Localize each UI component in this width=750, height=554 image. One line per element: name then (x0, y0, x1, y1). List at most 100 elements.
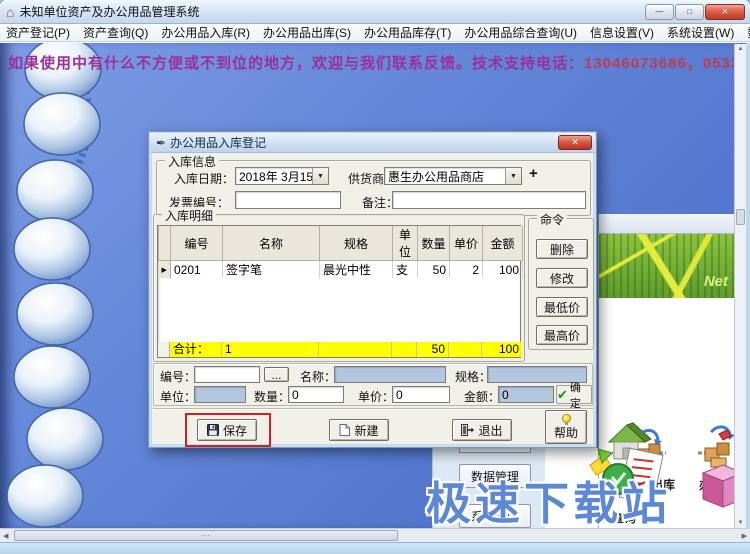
delete-label: 删除 (549, 242, 574, 257)
highest-price-button[interactable]: 最高价 (536, 325, 588, 345)
item-edit-panel: 编号： ... 名称： 规格： 单位： 数量： 单价： 金额： ✔ 确定 (153, 363, 593, 410)
covered-button-sliver[interactable] (459, 448, 531, 453)
edit-name-field (334, 366, 446, 383)
maximize-icon: □ (687, 7, 692, 16)
menu-item-supplies-inbound[interactable]: 办公用品入库(R) (161, 24, 250, 41)
notice-text: 如果使用中有什么不方便或不到位的地方，欢迎与我们联系反馈。技术支持电话： (8, 55, 585, 72)
app-window: ⌂ 未知单位资产及办公用品管理系统 — □ ✕ 资产登记(P) 资产查询(Q) … (0, 0, 750, 554)
edit-amount-field (498, 386, 554, 403)
grid-header-qty[interactable]: 数量 (417, 226, 450, 261)
floppy-icon (206, 424, 219, 436)
help-button[interactable]: 帮助 (545, 410, 587, 444)
totals-amount: 100 (482, 342, 522, 357)
background-window-header (599, 214, 734, 234)
scroll-left-icon[interactable]: ◀ (3, 532, 8, 540)
window-right-border (746, 43, 750, 528)
save-button[interactable]: 保存 (197, 419, 257, 441)
browse-items-button[interactable]: ... (264, 367, 289, 382)
exit-button[interactable]: 退出 (452, 419, 512, 441)
grid-data-row[interactable]: ▶ 0201 签字笔 晨光中性 支 50 2 100 (158, 260, 523, 278)
inbound-detail-legend: 入库明细 (162, 207, 217, 224)
row-marker-icon: ▶ (158, 260, 171, 278)
edit-qty-input[interactable] (288, 386, 344, 403)
bulb-icon (561, 413, 571, 425)
menu-item-system-settings[interactable]: 系统设置(W) (667, 24, 734, 41)
scroll-right-icon[interactable]: ▶ (742, 532, 747, 540)
edit-amount-label: 金额： (464, 390, 501, 404)
edit-code-input[interactable] (194, 366, 260, 383)
totals-qty: 50 (417, 342, 449, 357)
menu-item-supplies-query[interactable]: 办公用品综合查询(U) (464, 24, 577, 41)
grid-header-name[interactable]: 名称 (222, 226, 320, 261)
new-label: 新建 (354, 423, 379, 438)
exit-label: 退出 (478, 423, 503, 438)
command-group: 命令 删除 修改 最低价 最高价 (528, 211, 594, 350)
watermark-text: 极速下载站 (426, 478, 672, 528)
menu-item-info-settings[interactable]: 信息设置(V) (590, 24, 654, 41)
dialog-close-button[interactable]: ✕ (558, 135, 592, 150)
close-button[interactable]: ✕ (705, 4, 745, 20)
scroll-grip-icon: ⋯ (202, 531, 210, 540)
vertical-scrollbar[interactable]: ▲ ▼ (734, 44, 746, 528)
close-icon: ✕ (721, 7, 729, 16)
date-dropdown-icon[interactable]: ▼ (312, 168, 328, 184)
confirm-button[interactable]: ✔ 确定 (556, 382, 592, 410)
grid-header-unit[interactable]: 单位 (392, 226, 418, 261)
cell-qty: 50 (417, 260, 450, 278)
supplier-combobox[interactable]: 惠生办公用品商店 ▼ (384, 167, 522, 185)
remark-input[interactable] (392, 191, 586, 209)
maximize-button[interactable]: □ (675, 4, 704, 20)
edit-unit-label: 单位： (160, 390, 197, 404)
menu-item-asset-query[interactable]: 资产查询(Q) (83, 24, 148, 41)
grid-header-amount[interactable]: 金额 (482, 226, 523, 261)
window-title: 未知单位资产及办公用品管理系统 (19, 5, 200, 19)
new-document-icon (339, 424, 351, 436)
cell-amount: 100 (482, 260, 523, 278)
inbound-detail-group: 入库明细 编号 名称 规格 单位 数量 单价 金额 ▶ 0201 签字笔 晨光中… (153, 207, 525, 362)
pen-icon: ✒ (156, 135, 167, 150)
lowest-price-button[interactable]: 最低价 (536, 297, 588, 317)
date-value: 2018年 3月15日 (239, 169, 312, 184)
totals-count: 1 (222, 342, 319, 357)
grid-header-price[interactable]: 单价 (449, 226, 483, 261)
network-banner-image: Net (599, 234, 734, 298)
minimize-button[interactable]: — (645, 4, 674, 20)
check-icon: ✔ (557, 387, 568, 402)
scroll-up-icon[interactable]: ▲ (735, 46, 746, 52)
menu-item-asset-register[interactable]: 资产登记(P) (6, 24, 70, 41)
menu-item-supplies-outbound[interactable]: 办公用品出库(S) (263, 24, 351, 41)
bubble-chain-decoration (6, 43, 104, 528)
supplier-dropdown-icon[interactable]: ▼ (505, 168, 521, 184)
save-label: 保存 (222, 423, 247, 438)
vertical-scroll-thumb[interactable] (736, 209, 745, 225)
menu-bar: 资产登记(P) 资产查询(Q) 办公用品入库(R) 办公用品出库(S) 办公用品… (0, 24, 750, 42)
scroll-down-icon[interactable]: ▼ (735, 520, 746, 526)
dialog-title: 办公用品入库登记 (170, 136, 267, 150)
new-button[interactable]: 新建 (329, 419, 389, 441)
invoice-input[interactable] (235, 191, 341, 209)
lowest-price-label: 最低价 (543, 300, 580, 315)
cell-code: 0201 (170, 260, 223, 278)
grid-header-spec[interactable]: 规格 (319, 226, 393, 261)
supplier-value: 惠生办公用品商店 (388, 169, 485, 184)
horizontal-scrollbar[interactable]: ◀ ⋯ ▶ (0, 528, 750, 542)
title-bar: ⌂ 未知单位资产及办公用品管理系统 — □ ✕ (0, 0, 750, 24)
add-supplier-button[interactable]: + (529, 165, 538, 182)
detail-grid: 编号 名称 规格 单位 数量 单价 金额 ▶ 0201 签字笔 晨光中性 支 5… (157, 225, 523, 358)
edit-unit-field (194, 386, 246, 403)
horizontal-scroll-thumb[interactable]: ⋯ (14, 530, 398, 541)
edit-price-label: 单价： (358, 390, 395, 404)
minimize-icon: — (655, 7, 664, 16)
totals-row: 合计： 1 50 100 (158, 342, 522, 357)
date-combobox[interactable]: 2018年 3月15日 ▼ (235, 167, 329, 185)
dialog-title-bar: ✒ 办公用品入库登记 (150, 133, 595, 153)
menu-item-supplies-stock[interactable]: 办公用品库存(T) (364, 24, 451, 41)
notice-marquee: 如果使用中有什么不方便或不到位的地方，欢迎与我们联系反馈。技术支持电话：1304… (8, 52, 750, 73)
notice-phone: 13046073686，0533-8301644 (584, 55, 750, 72)
modify-button[interactable]: 修改 (536, 268, 588, 288)
grid-header-row: 编号 名称 规格 单位 数量 单价 金额 (158, 226, 523, 261)
browse-label: ... (271, 367, 282, 382)
grid-header-code[interactable]: 编号 (170, 226, 223, 261)
edit-price-input[interactable] (392, 386, 450, 403)
delete-button[interactable]: 删除 (536, 239, 588, 259)
